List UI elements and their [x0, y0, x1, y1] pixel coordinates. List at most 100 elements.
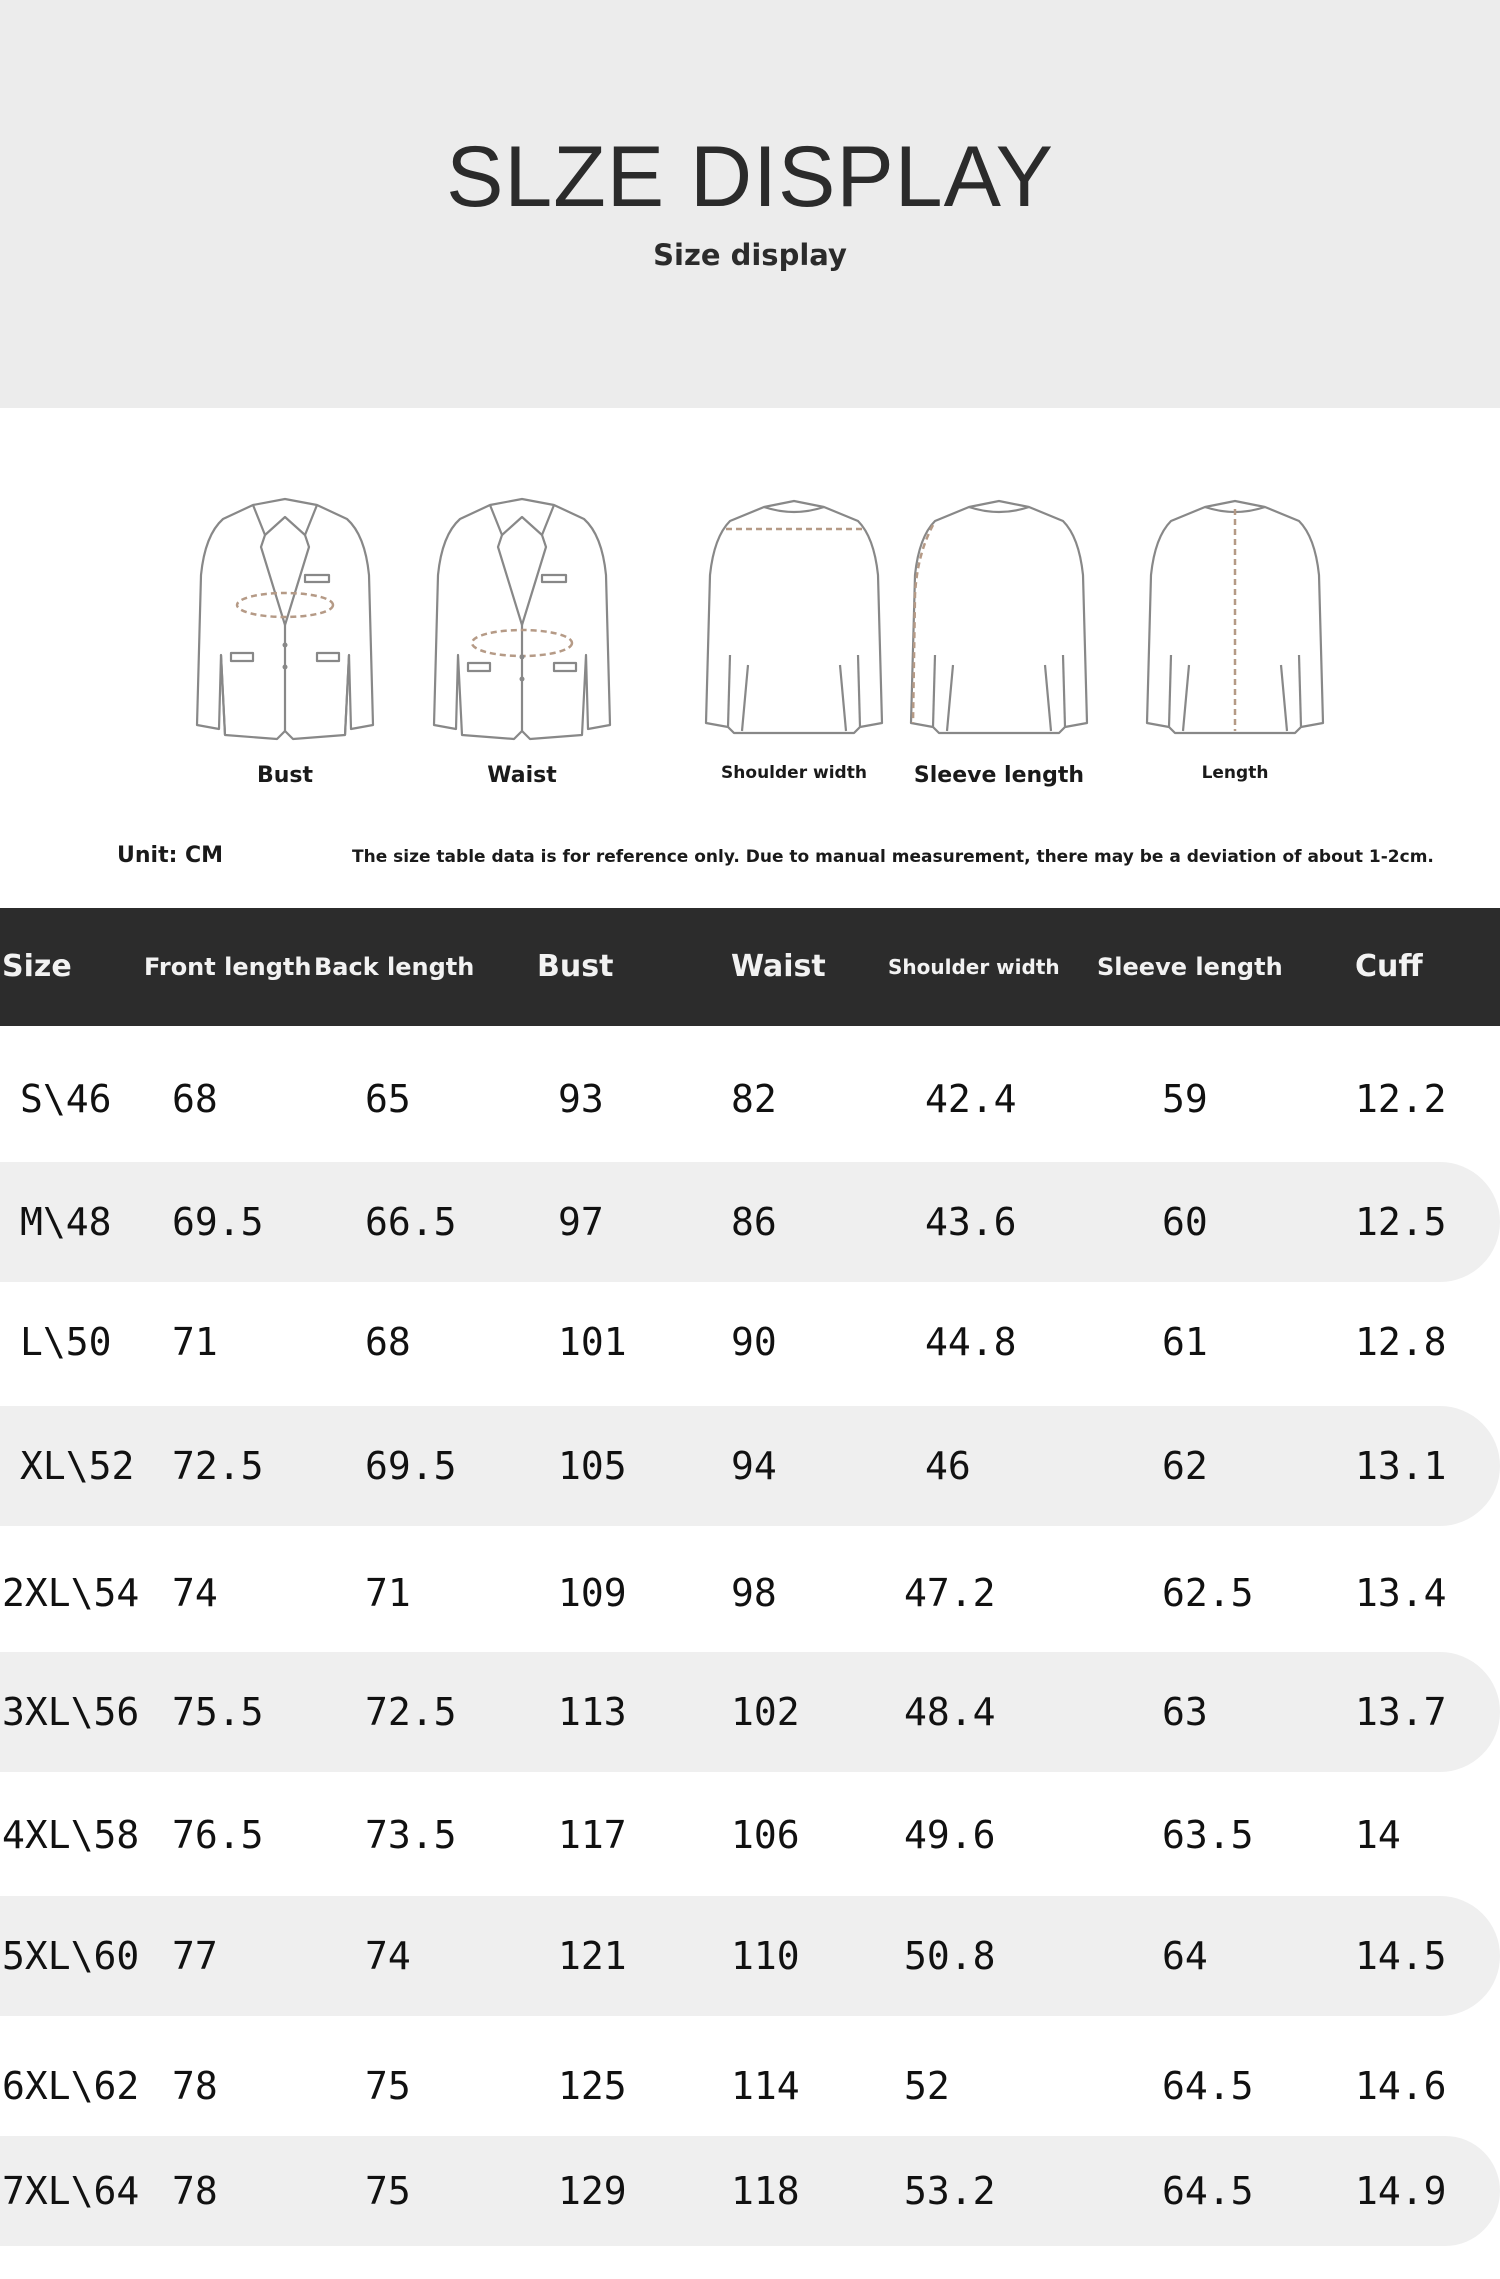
figure-bust: Bust	[165, 495, 405, 795]
table-cell: 74	[365, 1934, 411, 1978]
unit-label: Unit: CM	[117, 843, 224, 868]
table-cell: 93	[558, 1076, 604, 1121]
figure-waist: Waist	[402, 495, 642, 795]
header-bust: Bust	[537, 949, 614, 984]
table-cell: 6XL\62	[2, 2064, 140, 2108]
table-cell: 71	[365, 1571, 411, 1615]
table-row: L\50 71 68 101 90 44.8 61 12.8	[0, 1282, 1500, 1402]
table-cell: 65	[365, 1076, 411, 1121]
table-cell: 50.8	[904, 1934, 996, 1978]
table-cell: 63.5	[1162, 1813, 1254, 1857]
table-cell: 64.5	[1162, 2169, 1254, 2213]
header-back-length: Back length	[314, 953, 475, 981]
table-cell: 109	[558, 1571, 627, 1615]
figure-length: Length	[1115, 495, 1355, 795]
table-cell: 125	[558, 2064, 627, 2108]
table-cell: 72.5	[365, 1690, 457, 1734]
table-cell: M\48	[20, 1200, 112, 1244]
table-row: XL\52 72.5 69.5 105 94 46 62 13.1	[0, 1406, 1500, 1526]
figure-label-shoulder-width: Shoulder width	[721, 763, 867, 783]
table-cell: 60	[1162, 1200, 1208, 1244]
table-cell: 14.5	[1355, 1934, 1447, 1978]
table-cell: 63	[1162, 1690, 1208, 1734]
table-cell: 13.1	[1355, 1444, 1447, 1488]
header-front-length: Front length	[144, 953, 312, 981]
table-cell: 12.2	[1355, 1076, 1447, 1121]
table-cell: 53.2	[904, 2169, 996, 2213]
table-cell: 77	[172, 1934, 218, 1978]
table-cell: 42.4	[925, 1076, 1017, 1121]
table-cell: 73.5	[365, 1813, 457, 1857]
measurement-figures: Bust Waist Shoulder width Sleeve length …	[0, 495, 1500, 795]
table-cell: 75	[365, 2169, 411, 2213]
table-cell: 46	[925, 1444, 971, 1488]
table-cell: 90	[731, 1320, 777, 1364]
table-cell: 47.2	[904, 1571, 996, 1615]
table-cell: 69.5	[172, 1200, 264, 1244]
table-row: 7XL\64 78 75 129 118 53.2 64.5 14.9	[0, 2136, 1500, 2246]
table-cell: 13.4	[1355, 1571, 1447, 1615]
table-cell: 12.5	[1355, 1200, 1447, 1244]
table-cell: 59	[1162, 1076, 1208, 1121]
table-cell: 102	[731, 1690, 800, 1734]
table-cell: 43.6	[925, 1200, 1017, 1244]
table-cell: 13.7	[1355, 1690, 1447, 1734]
jacket-back-shoulder-icon	[704, 499, 884, 735]
table-cell: 49.6	[904, 1813, 996, 1857]
table-cell: L\50	[20, 1320, 112, 1364]
table-cell: XL\52	[20, 1444, 135, 1488]
jacket-back-length-icon	[1145, 499, 1325, 735]
table-cell: 64.5	[1162, 2064, 1254, 2108]
table-cell: 78	[172, 2169, 218, 2213]
table-cell: 2XL\54	[2, 1571, 140, 1615]
jacket-front-bust-icon	[195, 497, 375, 741]
table-cell: 106	[731, 1813, 800, 1857]
table-cell: 62.5	[1162, 1571, 1254, 1615]
table-cell: S\46	[20, 1076, 112, 1121]
header-size: Size	[2, 949, 72, 984]
header-shoulder-width: Shoulder width	[888, 955, 1060, 979]
table-cell: 74	[172, 1571, 218, 1615]
figure-label-sleeve-length: Sleeve length	[913, 763, 1085, 788]
table-row: M\48 69.5 66.5 97 86 43.6 60 12.5	[0, 1162, 1500, 1282]
figure-label-bust: Bust	[256, 763, 314, 788]
jacket-front-waist-icon	[432, 497, 612, 741]
header-cuff: Cuff	[1355, 949, 1423, 984]
table-cell: 52	[904, 2064, 950, 2108]
table-cell: 101	[558, 1320, 627, 1364]
table-row: 3XL\56 75.5 72.5 113 102 48.4 63 13.7	[0, 1652, 1500, 1772]
table-row: 5XL\60 77 74 121 110 50.8 64 14.5	[0, 1896, 1500, 2016]
table-cell: 86	[731, 1200, 777, 1244]
size-table-header: Size Front length Back length Bust Waist…	[0, 908, 1500, 1026]
page-title: SLZE DISPLAY	[446, 129, 1054, 225]
figure-label-waist: Waist	[487, 763, 557, 788]
table-cell: 94	[731, 1444, 777, 1488]
header-banner: SLZE DISPLAY Size display	[0, 0, 1500, 408]
table-cell: 76.5	[172, 1813, 264, 1857]
figure-label-length: Length	[1201, 763, 1269, 783]
table-cell: 118	[731, 2169, 800, 2213]
table-cell: 72.5	[172, 1444, 264, 1488]
header-sleeve-length: Sleeve length	[1097, 953, 1283, 981]
page-subtitle: Size display	[653, 238, 847, 272]
table-cell: 121	[558, 1934, 627, 1978]
table-cell: 71	[172, 1320, 218, 1364]
table-cell: 129	[558, 2169, 627, 2213]
table-cell: 97	[558, 1200, 604, 1244]
table-cell: 82	[731, 1076, 777, 1121]
table-cell: 69.5	[365, 1444, 457, 1488]
table-cell: 44.8	[925, 1320, 1017, 1364]
figure-sleeve-length: Sleeve length	[879, 495, 1119, 795]
table-cell: 64	[1162, 1934, 1208, 1978]
table-cell: 4XL\58	[2, 1813, 140, 1857]
table-cell: 78	[172, 2064, 218, 2108]
table-cell: 62	[1162, 1444, 1208, 1488]
table-cell: 66.5	[365, 1200, 457, 1244]
table-row: S\46 68 65 93 82 42.4 59 12.2	[0, 1026, 1500, 1171]
table-cell: 114	[731, 2064, 800, 2108]
table-cell: 75	[365, 2064, 411, 2108]
table-cell: 75.5	[172, 1690, 264, 1734]
table-cell: 61	[1162, 1320, 1208, 1364]
table-cell: 14.6	[1355, 2064, 1447, 2108]
table-row: 6XL\62 78 75 125 114 52 64.5 14.6	[0, 2026, 1500, 2146]
